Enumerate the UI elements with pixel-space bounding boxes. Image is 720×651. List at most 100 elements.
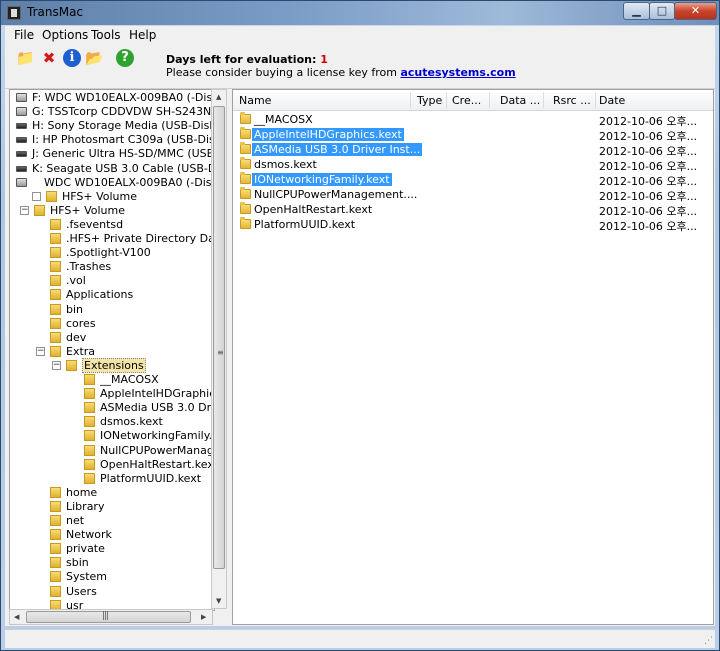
- drive-icon: [16, 177, 27, 187]
- row-name: NullCPUPowerManagement....: [254, 188, 418, 201]
- tree-hscroll-thumb[interactable]: |||: [26, 611, 191, 623]
- folder-icon: [240, 112, 251, 124]
- row-name: OpenHaltRestart.kext: [254, 203, 373, 216]
- column-type[interactable]: Type: [417, 94, 442, 107]
- tree-item-label: NullCPUPowerManage: [100, 443, 215, 457]
- expand-icon[interactable]: [32, 191, 41, 201]
- column-separator: [410, 92, 411, 108]
- license-link[interactable]: acutesystems.com: [400, 66, 515, 79]
- menu-tools[interactable]: Tools: [91, 28, 121, 42]
- column-separator: [489, 92, 490, 108]
- menu-options[interactable]: Options: [42, 28, 88, 42]
- tree-item-label: .HFS+ Private Directory Data: [66, 232, 215, 245]
- menu-help[interactable]: Help: [129, 28, 156, 42]
- evaluation-days-value: 1: [320, 53, 328, 66]
- add-folder-icon[interactable]: 📁: [16, 49, 35, 67]
- column-date[interactable]: Date: [599, 94, 625, 107]
- folder-icon: [50, 543, 61, 555]
- folder-icon: [50, 247, 61, 259]
- window-title: TransMac: [27, 5, 84, 19]
- resize-grip-icon[interactable]: ⋰: [704, 636, 713, 646]
- column-rsrc-size[interactable]: Rsrc ...: [553, 94, 591, 107]
- folder-icon: [50, 233, 61, 244]
- column-name[interactable]: Name: [239, 94, 271, 107]
- collapse-icon[interactable]: −: [20, 205, 29, 215]
- folder-icon: [84, 472, 95, 484]
- folder-icon: [84, 416, 95, 428]
- tree-item-label: dsmos.kext: [100, 415, 163, 429]
- folder-icon: [50, 585, 61, 597]
- tree-item-label: HFS+ Volume: [62, 189, 138, 203]
- collapse-icon[interactable]: −: [52, 360, 61, 370]
- folder-icon: [50, 571, 61, 583]
- folder-icon: [50, 529, 61, 541]
- folder-icon: [240, 202, 251, 214]
- row-name: dsmos.kext: [254, 158, 317, 171]
- folder-icon: [240, 157, 251, 169]
- folder-icon: [50, 317, 61, 329]
- folder-icon: [50, 218, 61, 230]
- collapse-icon[interactable]: −: [36, 346, 45, 356]
- license-message: Please consider buying a license key fro…: [166, 66, 397, 79]
- folder-icon: [84, 402, 95, 414]
- folder-icon: [50, 289, 61, 301]
- table-row[interactable]: IONetworkingFamily.kext 2012-10-06 오후...: [233, 172, 713, 188]
- tree-horizontal-scrollbar[interactable]: ◀ ||| ▶: [9, 609, 213, 625]
- table-row[interactable]: NullCPUPowerManagement.... 2012-10-06 오후.…: [233, 187, 713, 203]
- menu-file[interactable]: File: [14, 28, 34, 42]
- info-icon[interactable]: ℹ: [63, 49, 81, 67]
- scroll-down-icon[interactable]: ▼: [216, 597, 221, 605]
- file-list[interactable]: Name Type Cre... Data ... Rsrc ... Date …: [232, 89, 714, 625]
- column-separator: [595, 92, 596, 108]
- drive-icon: [16, 165, 27, 172]
- table-row[interactable]: __MACOSX 2012-10-06 오후...: [233, 112, 713, 128]
- scroll-left-icon[interactable]: ◀: [14, 613, 19, 621]
- tree-item-label: System: [66, 570, 108, 584]
- folder-icon: [50, 557, 61, 569]
- folder-icon: [34, 204, 45, 216]
- folder-icon: [240, 127, 251, 139]
- scroll-grip-icon: ≡: [217, 348, 224, 357]
- drive-icon: [16, 93, 27, 102]
- table-row[interactable]: OpenHaltRestart.kext 2012-10-06 오후...: [233, 202, 713, 218]
- scroll-up-icon[interactable]: ▲: [216, 93, 221, 101]
- table-row[interactable]: ASMedia USB 3.0 Driver Inst... 2012-10-06…: [233, 142, 713, 158]
- tree-item-label: .fseventsd: [66, 217, 124, 231]
- folder-icon: [50, 303, 61, 315]
- delete-icon[interactable]: ✖: [40, 49, 58, 67]
- maximize-button[interactable]: □: [649, 2, 675, 20]
- close-button[interactable]: ✕: [674, 2, 717, 20]
- folder-icon: [66, 359, 77, 371]
- drive-icon: [16, 137, 27, 144]
- tree-item-label: HFS+ Volume: [50, 203, 126, 217]
- folder-icon: [50, 261, 61, 273]
- tree-vertical-scrollbar[interactable]: ▲ ≡ ▼: [211, 89, 227, 609]
- client-area: F: WDC WD10EALX-009BA0 (-Disk) G: TSSTcor…: [5, 89, 715, 626]
- open-folder-icon[interactable]: 📂: [85, 49, 104, 67]
- column-separator: [543, 92, 544, 108]
- folder-icon: [84, 374, 95, 385]
- folder-icon: [50, 331, 61, 343]
- column-creator[interactable]: Cre...: [452, 94, 481, 107]
- tree-item-label: I: HP Photosmart C309a (USB-Disk): [32, 133, 215, 147]
- title-bar[interactable]: TransMac ▁ □ ✕: [1, 1, 719, 25]
- tree-item-label: net: [66, 514, 85, 527]
- minimize-button[interactable]: ▁: [623, 2, 650, 20]
- tree-item-label: .vol: [66, 274, 86, 288]
- scroll-right-icon[interactable]: ▶: [201, 613, 206, 621]
- folder-icon: [240, 187, 251, 199]
- tree-item-label: Network: [66, 528, 112, 542]
- drive-icon: [16, 123, 27, 130]
- row-date: 2012-10-06 오후...: [599, 220, 698, 233]
- tree-scroll-thumb[interactable]: ≡: [213, 106, 225, 569]
- row-name: ASMedia USB 3.0 Driver Inst...: [252, 143, 423, 156]
- folder-tree[interactable]: F: WDC WD10EALX-009BA0 (-Disk) G: TSSTcor…: [9, 89, 215, 611]
- tree-item-label: bin: [66, 302, 84, 316]
- help-icon[interactable]: ?: [116, 49, 134, 67]
- table-row[interactable]: AppleIntelHDGraphics.kext 2012-10-06 오후..…: [233, 127, 713, 143]
- hscroll-grip-icon: |||: [102, 611, 109, 621]
- row-name: PlatformUUID.kext: [254, 218, 356, 231]
- table-row[interactable]: PlatformUUID.kext 2012-10-06 오후...: [233, 217, 713, 233]
- column-data-size[interactable]: Data ...: [500, 94, 540, 107]
- table-row[interactable]: dsmos.kext 2012-10-06 오후...: [233, 157, 713, 173]
